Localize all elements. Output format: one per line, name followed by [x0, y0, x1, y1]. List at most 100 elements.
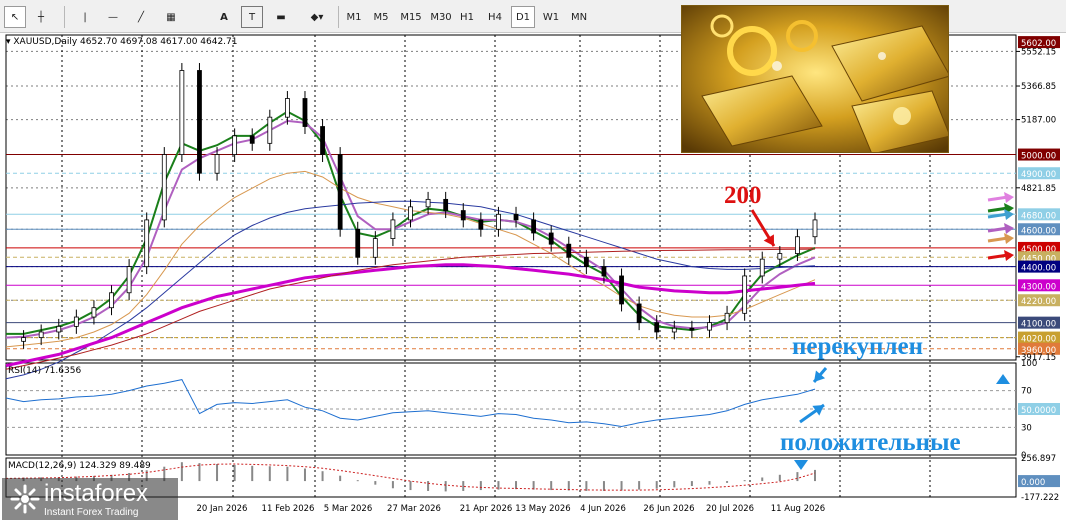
- date-tick-label: 27 Mar 2026: [387, 504, 441, 514]
- candle-body: [566, 243, 572, 258]
- macd-histogram-bar: [462, 481, 465, 491]
- price-tick-label: 5366.85: [1021, 82, 1056, 92]
- candle-body: [320, 126, 325, 155]
- candle-body: [478, 219, 484, 230]
- candle-body: [408, 206, 413, 221]
- candle-body: [214, 154, 220, 174]
- rsi-tag-label: 50.0000: [1021, 406, 1056, 416]
- candle-body: [284, 98, 290, 118]
- candle-body: [91, 307, 97, 318]
- date-tick-label: 5 Mar 2026: [324, 504, 372, 514]
- macd-histogram-bar: [321, 471, 324, 482]
- logo-name: instaforex: [44, 480, 149, 507]
- date-tick-label: 20 Jul 2026: [706, 504, 754, 514]
- ohlc-values: 4652.70 4697.08 4617.00 4642.71: [80, 37, 238, 47]
- price-tag-label: 4900.00: [1021, 170, 1056, 180]
- rsi-tick-label: 70: [1021, 387, 1032, 397]
- rsi-line: [5, 379, 816, 428]
- macd-histogram-bar: [233, 464, 236, 482]
- candle-body: [109, 292, 114, 309]
- macd-tick-label: 256.897: [1021, 454, 1056, 464]
- date-tick-label: 11 Feb 2026: [262, 504, 315, 514]
- macd-histogram-bar: [479, 481, 482, 491]
- macd-histogram-bar: [391, 481, 394, 489]
- candle-body: [38, 331, 44, 338]
- macd-histogram-bar: [620, 481, 623, 491]
- macd-histogram-bar: [602, 481, 605, 491]
- macd-histogram-bar: [796, 472, 799, 482]
- candle-body: [390, 219, 396, 239]
- macd-down-triangle-icon: [794, 460, 808, 470]
- macd-histogram-bar: [339, 475, 342, 482]
- level-arrow-red-icon-head: [1004, 250, 1014, 261]
- gold-bars-image: [681, 5, 949, 153]
- candle-body: [126, 266, 132, 294]
- candle-body: [496, 213, 501, 230]
- price-tick-label: 4821.85: [1021, 184, 1056, 194]
- candle-body: [425, 198, 431, 208]
- macd-histogram-bar: [303, 468, 306, 482]
- price-tag-label: 4220.00: [1021, 297, 1056, 307]
- date-tick-label: 26 Jun 2026: [643, 504, 694, 514]
- date-tick-label: 4 Jun 2026: [580, 504, 626, 514]
- date-tick-label: 20 Jan 2026: [197, 504, 248, 514]
- positive-annotation: положительные: [780, 429, 961, 456]
- date-tick-label: 21 Apr 2026: [460, 504, 513, 514]
- instaforex-logo-icon: [10, 484, 40, 514]
- candle-body: [619, 275, 624, 305]
- candle-body: [56, 325, 62, 333]
- date-tick-label: 13 May 2026: [515, 504, 570, 514]
- macd-histogram-bar: [356, 480, 359, 482]
- price-tag-label: 4100.00: [1021, 320, 1056, 330]
- price-tick-label: 5187.00: [1021, 116, 1056, 126]
- candle-body: [742, 275, 748, 314]
- price-tick-label: 5552.15: [1021, 47, 1056, 57]
- macd-histogram-bar: [268, 466, 271, 482]
- macd-histogram-bar: [180, 462, 183, 482]
- macd-label: MACD(12,26,9) 124.329 89.489: [8, 461, 151, 471]
- macd-histogram-bar: [673, 481, 676, 488]
- macd-histogram-bar: [708, 481, 711, 485]
- candle-body: [232, 135, 238, 155]
- price-tag-label: 4300.00: [1021, 282, 1056, 292]
- price-tag-label: 5000.00: [1021, 152, 1056, 162]
- price-tag-label: 4680.00: [1021, 211, 1056, 221]
- candle-body: [777, 253, 783, 260]
- ma200-annotation: 200: [724, 182, 762, 209]
- macd-histogram-bar: [655, 481, 658, 489]
- level-arrow-orange-icon-head: [1004, 233, 1014, 244]
- date-tick-label: 11 Aug 2026: [771, 504, 825, 514]
- macd-histogram-bar: [409, 481, 412, 491]
- macd-histogram-bar: [444, 481, 447, 492]
- rsi-label: RSI(14) 71.6356: [8, 366, 82, 376]
- candle-body: [161, 154, 167, 221]
- level-arrow-purple-icon-head: [1004, 223, 1014, 234]
- candle-body: [636, 303, 642, 324]
- candle-body: [671, 327, 677, 333]
- candle-body: [21, 337, 26, 342]
- level-arrow-pink-icon-head: [1004, 192, 1014, 203]
- macd-histogram-bar: [726, 481, 729, 483]
- candle-body: [601, 266, 607, 277]
- macd-tag-label: 0.000: [1021, 478, 1045, 488]
- macd-histogram-bar: [814, 469, 816, 482]
- candle-body: [73, 316, 79, 327]
- instrument-label: XAUUSD,Daily: [13, 37, 78, 47]
- candle-body: [443, 198, 449, 211]
- candle-body: [654, 322, 660, 333]
- candle-body: [531, 219, 537, 234]
- macd-histogram-bar: [251, 465, 254, 482]
- macd-histogram-bar: [761, 477, 764, 482]
- candle-body: [689, 327, 695, 331]
- macd-histogram-bar: [690, 481, 693, 487]
- candle-body: [707, 322, 712, 331]
- candle-body: [460, 210, 466, 221]
- logo-tagline: Instant Forex Trading: [44, 507, 139, 518]
- candle-body: [179, 70, 185, 155]
- macd-histogram-bar: [743, 480, 746, 482]
- candle-body: [583, 256, 589, 268]
- macd-histogram-bar: [216, 464, 219, 482]
- chart-header: ▾ XAUUSD,Daily 4652.70 4697.08 4617.00 4…: [6, 37, 238, 47]
- macd-histogram-bar: [286, 466, 289, 482]
- macd-histogram-bar: [638, 481, 641, 490]
